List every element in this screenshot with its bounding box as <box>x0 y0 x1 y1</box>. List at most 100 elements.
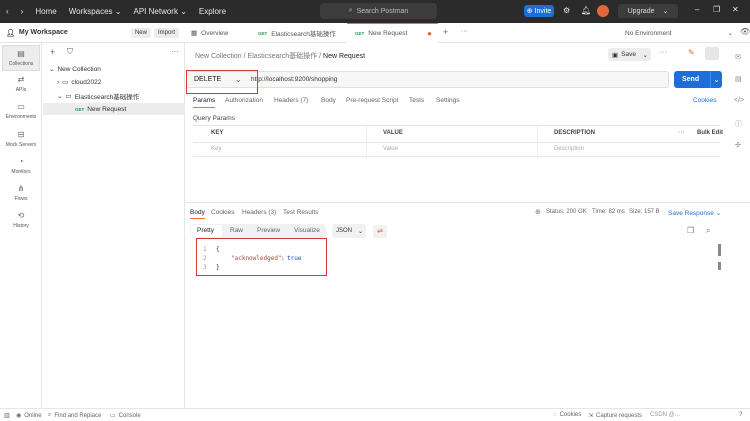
copy-icon[interactable]: ❐ <box>687 226 694 235</box>
help-icon[interactable]: ? <box>739 412 742 418</box>
find-replace-label: Find and Replace <box>54 412 102 419</box>
maximize-icon[interactable]: ❐ <box>713 5 720 14</box>
documentation-icon[interactable] <box>705 47 719 60</box>
forward-icon[interactable]: › <box>21 7 24 16</box>
tab-new-request[interactable]: GET New Request ● <box>347 23 438 43</box>
view-pretty[interactable]: Pretty <box>197 227 214 234</box>
key-input[interactable]: Key <box>211 146 221 152</box>
view-preview[interactable]: Preview <box>257 227 280 234</box>
scrollbar[interactable] <box>718 244 721 256</box>
nav-home[interactable]: Home <box>35 7 56 16</box>
wrap-lines-icon[interactable]: ⇌ <box>373 225 387 238</box>
nav-workspaces[interactable]: Workspaces ⌄ <box>69 7 122 16</box>
environment-select[interactable]: No Environment ⌄ <box>625 27 733 39</box>
chevron-down-icon[interactable]: ⌄ <box>710 71 722 88</box>
info-icon[interactable]: ⓘ <box>735 119 742 129</box>
save-response-button[interactable]: Save Response ⌄ <box>668 209 721 217</box>
documentation-icon[interactable]: ▤ <box>735 75 742 83</box>
tree-label: New Request <box>87 105 127 113</box>
add-tab-icon[interactable]: + <box>443 27 448 37</box>
response-tab-headers[interactable]: Headers (3) <box>242 209 276 216</box>
tab-settings[interactable]: Settings <box>436 97 460 104</box>
chevron-down-icon: ⌄ <box>357 228 363 235</box>
tab-pre-request-script[interactable]: Pre-request Script <box>346 97 398 104</box>
upgrade-button[interactable]: Upgrade ⌄ <box>618 4 678 18</box>
scrollbar[interactable] <box>718 262 721 270</box>
rail-apis[interactable]: ⇄ APIs <box>0 72 42 98</box>
close-icon[interactable]: ✕ <box>732 5 739 14</box>
more-icon[interactable]: ··· <box>678 129 685 136</box>
url-input[interactable]: http://localhost:9200/shopping <box>251 76 337 83</box>
send-button[interactable]: Send ⌄ <box>674 71 722 88</box>
tab-headers[interactable]: Headers (7) <box>274 97 308 104</box>
related-icon[interactable]: ✣ <box>735 141 741 149</box>
edit-icon[interactable]: ✎ <box>688 48 695 57</box>
code-value: true <box>287 255 302 262</box>
tab-overview[interactable]: ▦ Overview <box>191 23 228 43</box>
code-colon: : <box>281 255 285 262</box>
add-icon[interactable]: + <box>50 47 55 57</box>
import-button[interactable]: Import <box>153 27 179 38</box>
bulk-edit-link[interactable]: Bulk Edit <box>697 130 723 136</box>
tab-authorization[interactable]: Authorization <box>225 97 263 104</box>
tab-params[interactable]: Params <box>193 97 216 108</box>
description-input[interactable]: Description <box>554 146 584 152</box>
search-icon[interactable]: ⌕ <box>706 226 710 236</box>
tree-collection[interactable]: ⌄ New Collection <box>49 65 101 74</box>
capture-requests-button[interactable]: ⇲ Capture requests <box>588 412 642 420</box>
find-replace-button[interactable]: ⌕ Find and Replace <box>48 412 101 419</box>
online-status[interactable]: ◉ Online <box>16 412 42 420</box>
tree-label: Elasticsearch基础操作 <box>74 94 140 101</box>
sidebar-toggle-icon[interactable]: ▥ <box>4 412 10 419</box>
breadcrumb-collection[interactable]: New Collection <box>195 53 242 60</box>
tab-tests[interactable]: Tests <box>409 97 424 104</box>
code-icon[interactable]: </> <box>734 97 744 104</box>
save-label: Save <box>621 51 636 58</box>
response-tab-cookies[interactable]: Cookies <box>211 209 234 216</box>
comments-icon[interactable]: ✉ <box>735 53 741 61</box>
tab-elasticsearch[interactable]: GET Elasticsearch基础操作 <box>258 23 336 43</box>
view-visualize[interactable]: Visualize <box>294 227 320 234</box>
console-button[interactable]: ▭ Console <box>110 412 141 420</box>
nav-api-network[interactable]: API Network ⌄ <box>134 7 187 16</box>
view-raw[interactable]: Raw <box>230 227 243 234</box>
settings-icon[interactable]: ⚙ <box>563 6 570 15</box>
tree-request[interactable]: GET New Request <box>43 103 185 115</box>
search-icon: ⌕ <box>48 412 52 418</box>
value-input[interactable]: Value <box>383 146 398 152</box>
minimize-icon[interactable]: – <box>695 5 699 14</box>
more-icon[interactable]: ··· <box>461 28 468 35</box>
rail-collections[interactable]: ▤ Collections <box>2 45 40 71</box>
tree-folder-cloud2022[interactable]: › ▭ cloud2022 <box>57 78 101 87</box>
pane-divider[interactable] <box>185 202 750 203</box>
rail-history[interactable]: ⟲ History <box>0 208 42 234</box>
format-select[interactable]: JSON ⌄ <box>332 224 366 238</box>
tree-folder-elasticsearch[interactable]: ⌄ ▭ Elasticsearch基础操作 <box>57 91 139 101</box>
rail-flows[interactable]: ⋔ Flows <box>0 181 42 207</box>
response-tab-body[interactable]: Body <box>190 209 205 219</box>
bell-icon[interactable]: 🔔︎ <box>581 6 591 15</box>
more-icon[interactable]: ··· <box>171 47 179 56</box>
rail-monitors[interactable]: ◔ Monitors <box>0 154 42 180</box>
nav-explore[interactable]: Explore <box>199 7 226 16</box>
breadcrumb-folder[interactable]: Elasticsearch基础操作 <box>248 53 318 60</box>
response-tab-test-results[interactable]: Test Results <box>283 209 318 216</box>
environment-quicklook-icon[interactable]: 👁︎ <box>740 27 750 36</box>
status-bar: ▥ ◉ Online ⌕ Find and Replace ▭ Console ◌ Co… <box>0 408 750 421</box>
rail-mock-servers[interactable]: ⊟ Mock Servers <box>0 127 42 153</box>
globe-icon[interactable]: ⊕ <box>535 208 541 216</box>
avatar[interactable] <box>597 5 609 17</box>
new-button[interactable]: New <box>130 27 151 38</box>
search-input[interactable]: ⌕ Search Postman <box>320 3 437 19</box>
more-icon[interactable]: ··· <box>660 49 667 56</box>
cookies-button[interactable]: ◌ Cookies <box>553 412 581 418</box>
cookies-link[interactable]: Cookies <box>693 97 716 104</box>
rail-environments[interactable]: ▭ Environments <box>0 99 42 125</box>
filter-icon[interactable]: ⛉ <box>67 47 73 57</box>
params-table <box>193 125 720 158</box>
invite-button[interactable]: ⊕ Invite <box>524 5 554 17</box>
tab-body[interactable]: Body <box>321 97 336 104</box>
back-icon[interactable]: ‹ <box>6 7 9 16</box>
method-highlight-box <box>186 70 258 94</box>
save-button[interactable]: ▣ Save ⌄ <box>608 48 651 61</box>
